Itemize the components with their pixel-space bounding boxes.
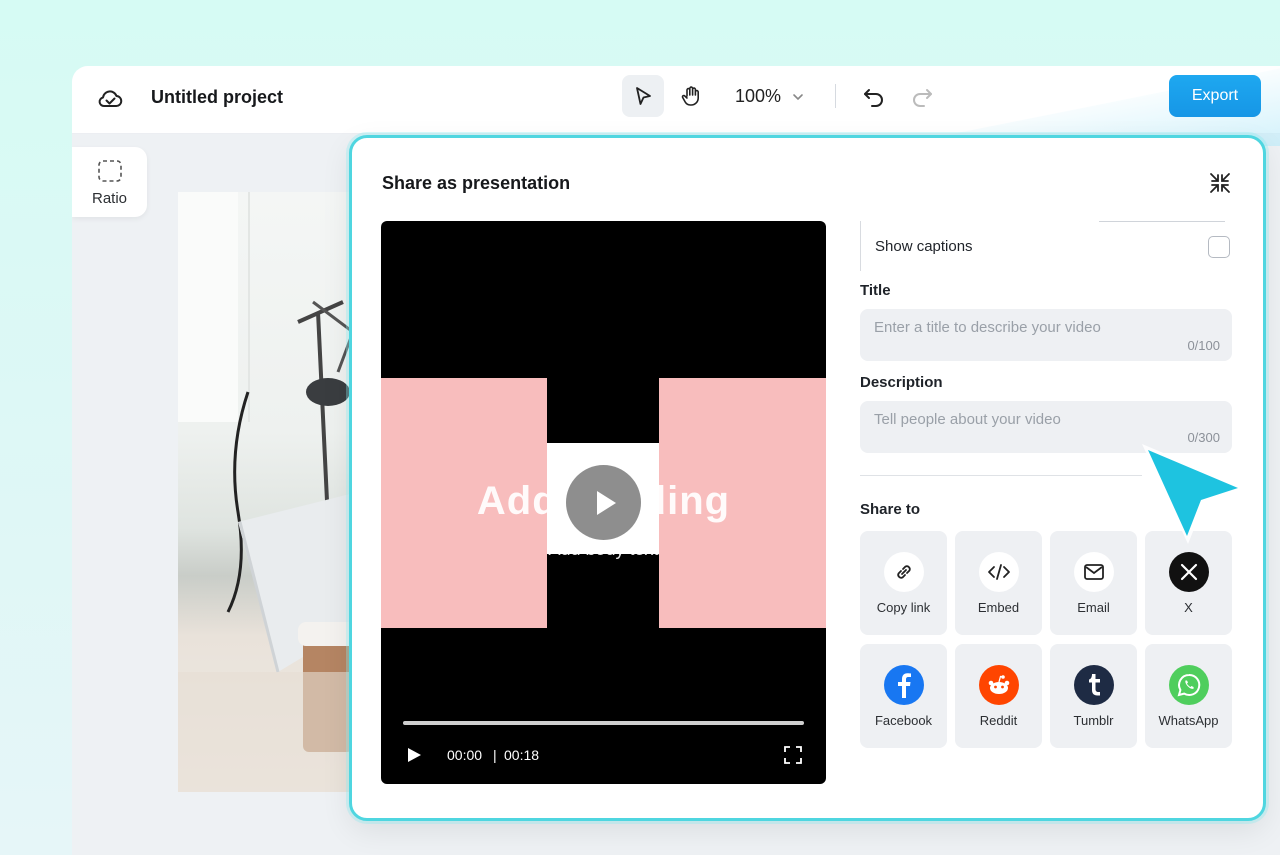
share-email-button[interactable]: Email <box>1050 531 1137 635</box>
description-label: Description <box>860 374 943 391</box>
project-title[interactable]: Untitled project <box>151 87 283 108</box>
chevron-down-icon <box>793 93 803 100</box>
video-progress-bar[interactable] <box>403 721 804 725</box>
zoom-dropdown[interactable]: 100% <box>735 86 805 107</box>
tumblr-logo-icon <box>1073 664 1114 705</box>
share-target-label: Copy link <box>876 599 931 615</box>
pointer-icon <box>636 87 651 105</box>
share-embed-button[interactable]: Embed <box>955 531 1042 635</box>
description-placeholder: Tell people about your video <box>874 411 1061 428</box>
divider <box>1099 221 1225 222</box>
share-target-label: Facebook <box>874 712 933 728</box>
share-target-label: Email <box>1077 599 1110 615</box>
zoom-value: 100% <box>735 86 782 106</box>
share-target-label: Embed <box>977 599 1020 615</box>
whatsapp-logo-icon <box>1168 664 1209 705</box>
show-captions-row: Show captions <box>860 221 1232 271</box>
share-facebook-button[interactable]: Facebook <box>860 644 947 748</box>
title-placeholder: Enter a title to describe your video <box>874 319 1101 336</box>
share-whatsapp-button[interactable]: WhatsApp <box>1145 644 1232 748</box>
ratio-label: Ratio <box>91 189 128 207</box>
current-time: 00:00 <box>447 747 483 763</box>
share-presentation-dialog: Share as presentation Add heading Add bo… <box>349 135 1266 821</box>
hand-tool-button[interactable] <box>671 75 713 117</box>
time-separator: | <box>493 747 497 763</box>
select-tool-button[interactable] <box>622 75 664 117</box>
mail-icon <box>1073 551 1114 592</box>
dialog-title: Share as presentation <box>382 173 571 193</box>
title-char-count: 0/100 <box>1187 338 1220 353</box>
cloud-save-icon[interactable] <box>96 85 124 113</box>
share-target-label: Reddit <box>979 712 1018 728</box>
collapse-icon[interactable] <box>1208 171 1232 195</box>
ratio-button[interactable]: Ratio <box>72 147 147 217</box>
fullscreen-icon[interactable] <box>783 745 803 765</box>
podcast-desk-illustration <box>178 192 378 792</box>
slide-subtext: Add body text <box>548 539 659 559</box>
canvas-photo[interactable] <box>178 192 378 792</box>
title-label: Title <box>860 282 891 299</box>
share-tumblr-button[interactable]: Tumblr <box>1050 644 1137 748</box>
center-play-button[interactable] <box>566 465 641 540</box>
undo-icon[interactable] <box>860 82 888 110</box>
share-reddit-button[interactable]: Reddit <box>955 644 1042 748</box>
facebook-logo-icon <box>883 664 924 705</box>
share-copy-link-button[interactable]: Copy link <box>860 531 947 635</box>
export-button[interactable]: Export <box>1169 75 1261 117</box>
code-icon <box>978 551 1019 592</box>
video-duration: 00:18 <box>504 747 540 763</box>
title-input[interactable]: Enter a title to describe your video 0/1… <box>860 309 1232 361</box>
divider <box>860 475 1142 476</box>
share-targets-grid: Copy link Embed Email X Facebook Reddit … <box>860 531 1232 748</box>
toolbar-divider <box>835 84 836 108</box>
top-toolbar: Untitled project 100% Export <box>72 66 1280 146</box>
reddit-logo-icon <box>978 664 1019 705</box>
share-to-label: Share to <box>860 501 921 518</box>
link-icon <box>883 551 924 592</box>
play-icon <box>596 490 616 515</box>
play-icon[interactable] <box>405 746 423 764</box>
show-captions-label: Show captions <box>875 238 973 255</box>
x-logo-icon <box>1168 551 1209 592</box>
redo-icon[interactable] <box>908 82 936 110</box>
video-player[interactable]: Add heading Add body text 00:00 | 00:18 <box>381 221 826 784</box>
share-target-label: X <box>1184 599 1193 615</box>
aspect-ratio-icon <box>97 159 122 182</box>
share-target-label: WhatsApp <box>1158 712 1219 728</box>
hand-icon <box>681 86 699 106</box>
share-target-label: Tumblr <box>1073 712 1114 728</box>
cursor-arrow-icon <box>1142 444 1246 544</box>
show-captions-checkbox[interactable] <box>1208 236 1230 258</box>
